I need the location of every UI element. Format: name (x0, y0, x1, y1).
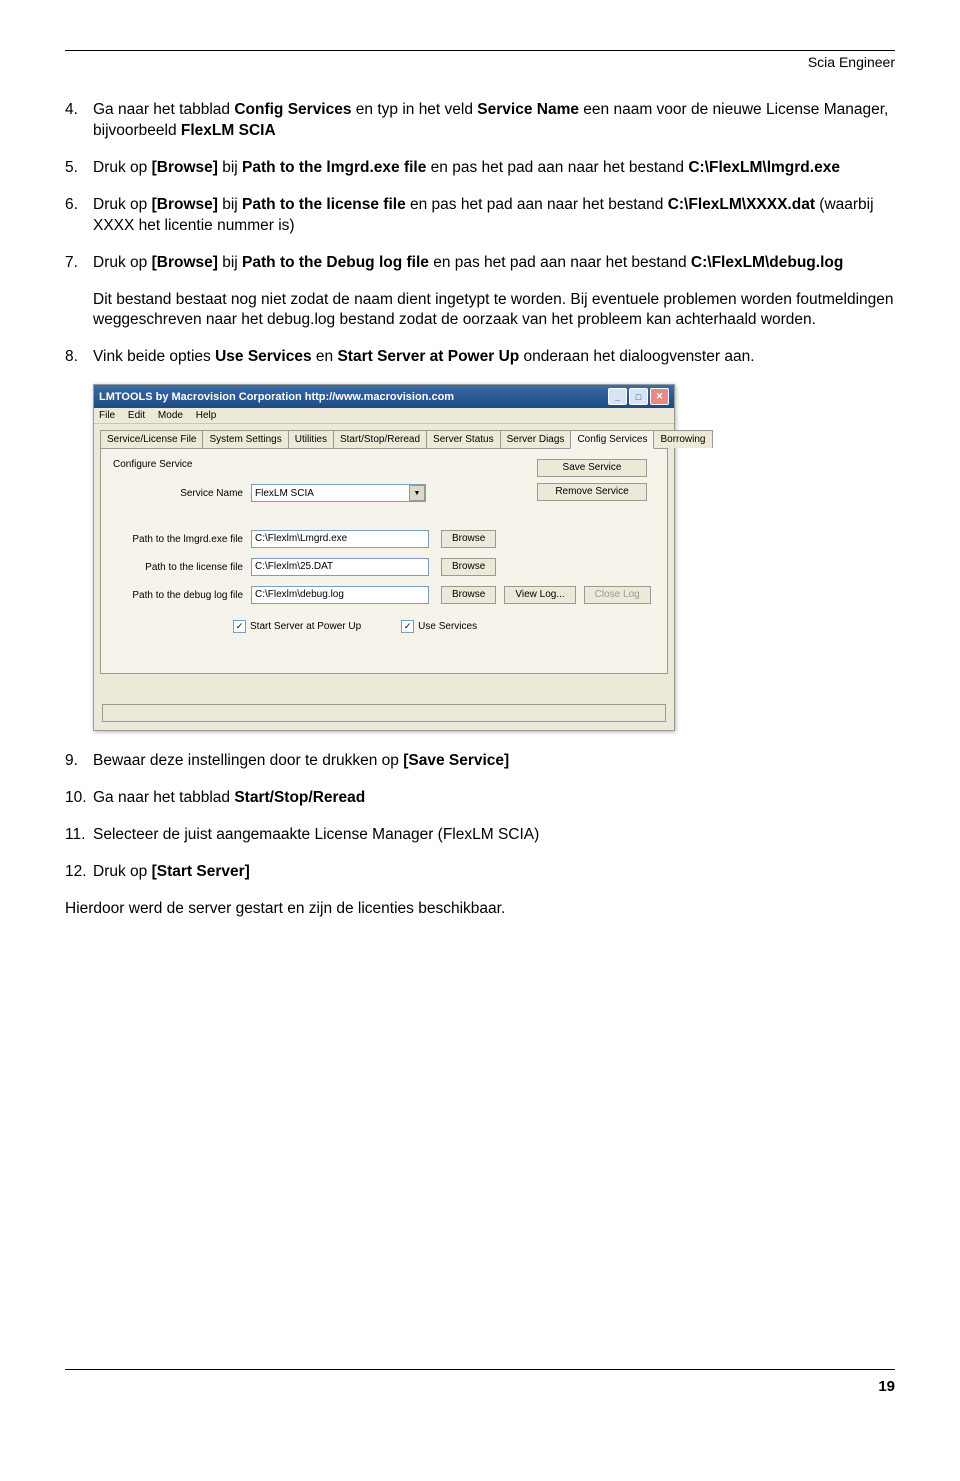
label-license-path: Path to the license file (113, 562, 251, 573)
tab-start-stop-reread[interactable]: Start/Stop/Reread (333, 430, 427, 448)
minimize-icon[interactable]: _ (608, 388, 627, 405)
step-number: 8. (65, 347, 93, 368)
menubar: File Edit Mode Help (94, 408, 674, 424)
config-services-panel: Configure Service Save Service Remove Se… (100, 449, 668, 674)
step-12: 12. Druk op [Start Server] (65, 862, 895, 883)
step-6: 6. Druk op [Browse] bij Path to the lice… (65, 195, 895, 237)
step-11: 11. Selecteer de juist aangemaakte Licen… (65, 825, 895, 846)
maximize-icon[interactable]: □ (629, 388, 648, 405)
step-10: 10. Ga naar het tabblad Start/Stop/Rerea… (65, 788, 895, 809)
step-number: 9. (65, 751, 93, 772)
browse-debug-button[interactable]: Browse (441, 586, 496, 604)
menu-mode[interactable]: Mode (158, 410, 183, 421)
tab-system-settings[interactable]: System Settings (202, 430, 288, 448)
tab-service-license[interactable]: Service/License File (100, 430, 203, 448)
tab-server-diags[interactable]: Server Diags (500, 430, 572, 448)
menu-edit[interactable]: Edit (128, 410, 145, 421)
titlebar: LMTOOLS by Macrovision Corporation http:… (94, 385, 674, 408)
step-text: Bewaar deze instellingen door te drukken… (93, 751, 895, 772)
close-icon[interactable]: ✕ (650, 388, 669, 405)
tab-borrowing[interactable]: Borrowing (653, 430, 712, 448)
label-debug-path: Path to the debug log file (113, 590, 251, 601)
step-number: 6. (65, 195, 93, 237)
final-text: Hierdoor werd de server gestart en zijn … (65, 899, 895, 920)
step-text: Druk op [Browse] bij Path to the Debug l… (93, 253, 895, 274)
checkbox-icon: ✓ (401, 620, 414, 633)
step-number: 4. (65, 100, 93, 142)
step-7-sub: Dit bestand bestaat nog niet zodat de na… (93, 290, 895, 332)
step-text: Vink beide opties Use Services en Start … (93, 347, 895, 368)
start-powerup-checkbox[interactable]: ✓ Start Server at Power Up (233, 620, 361, 633)
chevron-down-icon: ▼ (409, 485, 425, 501)
browse-license-button[interactable]: Browse (441, 558, 496, 576)
page-number: 19 (878, 1378, 895, 1395)
header-text: Scia Engineer (65, 54, 895, 70)
step-number: 7. (65, 253, 93, 274)
use-services-checkbox[interactable]: ✓ Use Services (401, 620, 477, 633)
step-5: 5. Druk op [Browse] bij Path to the lmgr… (65, 158, 895, 179)
browse-lmgrd-button[interactable]: Browse (441, 530, 496, 548)
step-text: Selecteer de juist aangemaakte License M… (93, 825, 895, 846)
save-service-button[interactable]: Save Service (537, 459, 647, 477)
menu-help[interactable]: Help (196, 410, 217, 421)
status-bar (102, 704, 666, 722)
label-lmgrd-path: Path to the lmgrd.exe file (113, 534, 251, 545)
close-log-button: Close Log (584, 586, 651, 604)
lmtools-dialog: LMTOOLS by Macrovision Corporation http:… (93, 384, 675, 731)
step-number: 12. (65, 862, 93, 883)
view-log-button[interactable]: View Log... (504, 586, 575, 604)
step-text: Ga naar het tabblad Start/Stop/Reread (93, 788, 895, 809)
checkbox-icon: ✓ (233, 620, 246, 633)
debug-path-input[interactable]: C:\Flexlm\debug.log (251, 586, 429, 604)
menu-file[interactable]: File (99, 410, 115, 421)
step-7: 7. Druk op [Browse] bij Path to the Debu… (65, 253, 895, 274)
step-number: 11. (65, 825, 93, 846)
footer-rule (65, 1369, 895, 1370)
lmgrd-path-input[interactable]: C:\Flexlm\Lmgrd.exe (251, 530, 429, 548)
step-number: 10. (65, 788, 93, 809)
tab-config-services[interactable]: Config Services (570, 430, 654, 449)
tab-server-status[interactable]: Server Status (426, 430, 501, 448)
step-8: 8. Vink beide opties Use Services en Sta… (65, 347, 895, 368)
service-name-dropdown[interactable]: FlexLM SCIA ▼ (251, 484, 426, 502)
header-rule (65, 50, 895, 51)
window-title: LMTOOLS by Macrovision Corporation http:… (99, 391, 608, 403)
step-4: 4. Ga naar het tabblad Config Services e… (65, 100, 895, 142)
step-text: Druk op [Browse] bij Path to the lmgrd.e… (93, 158, 895, 179)
step-text: Druk op [Start Server] (93, 862, 895, 883)
tabbar: Service/License File System Settings Uti… (100, 430, 668, 449)
step-number: 5. (65, 158, 93, 179)
license-path-input[interactable]: C:\Flexlm\25.DAT (251, 558, 429, 576)
tab-utilities[interactable]: Utilities (288, 430, 334, 448)
label-service-name: Service Name (113, 488, 251, 499)
step-text: Druk op [Browse] bij Path to the license… (93, 195, 895, 237)
remove-service-button[interactable]: Remove Service (537, 483, 647, 501)
step-9: 9. Bewaar deze instellingen door te druk… (65, 751, 895, 772)
step-text: Ga naar het tabblad Config Services en t… (93, 100, 895, 142)
